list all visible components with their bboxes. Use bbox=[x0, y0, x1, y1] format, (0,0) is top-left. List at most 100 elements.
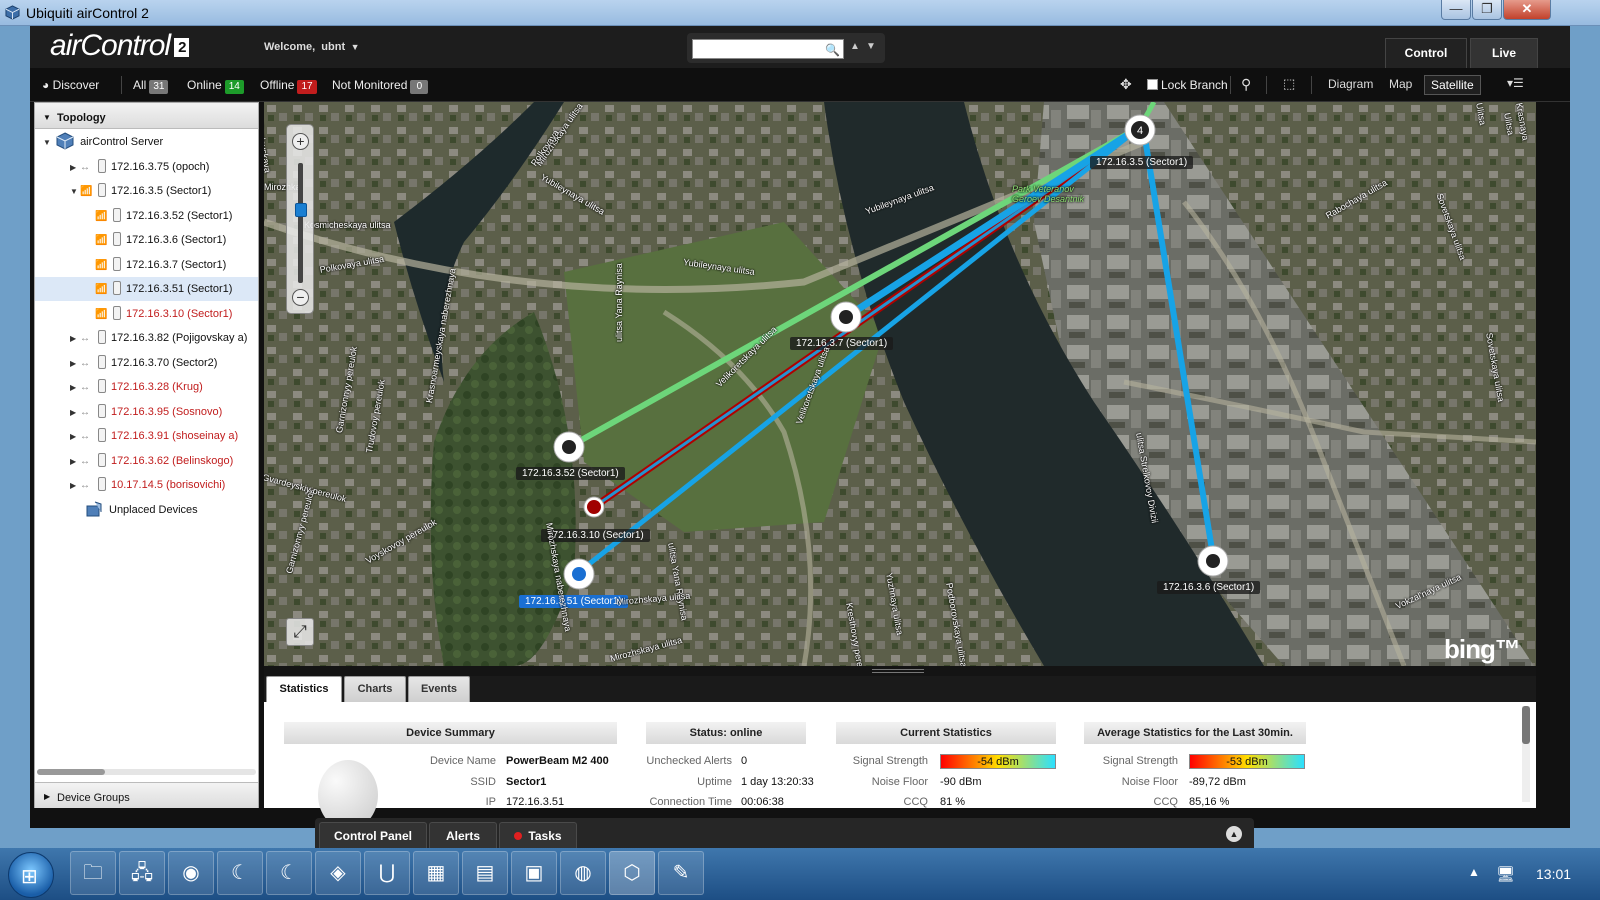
remote-desktop-icon[interactable]: ▣ bbox=[511, 851, 557, 895]
search-next-icon[interactable]: ▼ bbox=[866, 41, 876, 52]
layers-app-icon[interactable]: ◈ bbox=[315, 851, 361, 895]
select-area-icon[interactable]: ⬚ bbox=[1283, 76, 1295, 92]
move-icon[interactable]: ✥ bbox=[1120, 76, 1132, 93]
device-marker-offline[interactable] bbox=[583, 496, 605, 518]
tray-expand-icon[interactable]: ▲ bbox=[1468, 865, 1480, 879]
tree-node-device[interactable]: ▼ 📶 172.16.3.5 (Sector1) bbox=[35, 179, 258, 203]
collapse-icon: ▼ bbox=[43, 113, 51, 122]
tree-node-device[interactable]: 📶 172.16.3.10 (Sector1) bbox=[35, 302, 258, 326]
search-prev-icon[interactable]: ▲ bbox=[850, 41, 860, 52]
tree-node-device[interactable]: ▶ ↔ 172.16.3.62 (Belinskogo) bbox=[35, 449, 258, 473]
filter-all[interactable]: All 31 bbox=[133, 78, 169, 94]
tool-app-icon[interactable]: ✎ bbox=[658, 851, 704, 895]
aircontrol-taskbar-icon[interactable]: ⬡ bbox=[609, 851, 655, 895]
device-label[interactable]: 172.16.3.7 (Sector1) bbox=[790, 337, 894, 350]
chrome-icon[interactable]: ◉ bbox=[168, 851, 214, 895]
satellite-map[interactable]: 4 172.16.3.5 (Sector1) 172.16.3.7 (Secto… bbox=[264, 102, 1536, 666]
filter-offline[interactable]: Offline 17 bbox=[260, 78, 317, 94]
scrollbar-thumb[interactable] bbox=[37, 769, 105, 775]
collapse-icon[interactable]: ▼ bbox=[70, 180, 80, 204]
zoom-out-button[interactable]: − bbox=[292, 289, 309, 306]
panel-splitter[interactable] bbox=[264, 666, 1536, 676]
lock-branch-toggle[interactable]: Lock Branch bbox=[1147, 78, 1228, 92]
tab-charts[interactable]: Charts bbox=[344, 676, 406, 702]
close-button[interactable]: ✕ bbox=[1503, 0, 1551, 20]
zoom-slider-thumb[interactable] bbox=[295, 203, 307, 217]
tree-node-device[interactable]: 📶 172.16.3.51 (Sector1) bbox=[35, 277, 258, 301]
tree-node-device[interactable]: 📶 172.16.3.7 (Sector1) bbox=[35, 253, 258, 277]
network-tray-icon[interactable]: 🖥 bbox=[1496, 865, 1515, 883]
tree-node-server[interactable]: ▼ airControl Server bbox=[35, 130, 258, 154]
fullscreen-icon[interactable]: ⤢ bbox=[286, 618, 314, 646]
zoom-in-button[interactable]: + bbox=[292, 133, 309, 150]
filter-not-monitored[interactable]: Not Monitored 0 bbox=[332, 78, 429, 94]
tree-node-unplaced-devices[interactable]: Unplaced Devices bbox=[35, 498, 258, 522]
control-panel-button[interactable]: Control Panel bbox=[319, 822, 427, 848]
scrollbar-thumb[interactable] bbox=[1522, 706, 1530, 744]
clock[interactable]: 13:01 bbox=[1536, 866, 1571, 882]
splitter-grip[interactable] bbox=[872, 669, 924, 673]
tree-node-device[interactable]: ▶ ↔ 10.17.14.5 (borisovichi) bbox=[35, 473, 258, 497]
network-tool-icon[interactable]: 🖧 bbox=[119, 851, 165, 895]
tree-node-device[interactable]: ▶ ↔ 172.16.3.70 (Sector2) bbox=[35, 351, 258, 375]
alerts-button[interactable]: Alerts bbox=[429, 822, 497, 848]
stats-scrollbar[interactable] bbox=[1522, 706, 1530, 802]
expand-icon[interactable]: ▶ bbox=[70, 327, 80, 351]
explorer-icon[interactable]: 🗀 bbox=[70, 851, 116, 895]
zoom-slider-track[interactable] bbox=[298, 163, 303, 283]
expand-icon[interactable]: ▶ bbox=[70, 401, 80, 425]
tasks-button[interactable]: Tasks bbox=[499, 822, 577, 848]
view-diagram[interactable]: Diagram bbox=[1322, 75, 1379, 95]
device-marker[interactable] bbox=[1197, 545, 1229, 577]
search-icon[interactable]: 🔍 bbox=[825, 43, 840, 57]
topology-header[interactable]: ▼ Topology bbox=[35, 103, 258, 129]
device-marker[interactable] bbox=[553, 431, 585, 463]
map-pin-icon[interactable]: ⚲ bbox=[1241, 76, 1251, 93]
expand-icon[interactable]: ▶ bbox=[70, 376, 80, 400]
device-label-selected[interactable]: 172.16.3.51 (Sector1) bbox=[519, 595, 628, 608]
expand-panel-icon[interactable]: ▲ bbox=[1226, 826, 1242, 842]
expand-icon[interactable]: ▶ bbox=[70, 474, 80, 498]
tree-node-device[interactable]: ▶ ↔ 172.16.3.28 (Krug) bbox=[35, 375, 258, 399]
tree-node-device[interactable]: ▶ ↔ 172.16.3.75 (opoch) bbox=[35, 155, 258, 179]
collapse-icon[interactable]: ▼ bbox=[43, 131, 53, 155]
tree-node-device[interactable]: 📶 172.16.3.6 (Sector1) bbox=[35, 228, 258, 252]
tab-live[interactable]: Live bbox=[1470, 38, 1538, 68]
minimize-button[interactable]: — bbox=[1441, 0, 1471, 20]
device-label[interactable]: 172.16.3.5 (Sector1) bbox=[1090, 156, 1194, 169]
tree-node-device[interactable]: ▶ ↔ 172.16.3.91 (shoseinay a) bbox=[35, 424, 258, 448]
tree-node-device[interactable]: ▶ ↔ 172.16.3.95 (Sosnovo) bbox=[35, 400, 258, 424]
device-marker-selected[interactable] bbox=[563, 558, 595, 590]
expand-icon[interactable]: ▶ bbox=[70, 156, 80, 180]
device-icon bbox=[113, 232, 121, 246]
device-label[interactable]: 172.16.3.52 (Sector1) bbox=[516, 467, 625, 480]
menu-icon[interactable]: ▾☰ bbox=[1507, 76, 1524, 90]
tab-events[interactable]: Events bbox=[408, 676, 470, 702]
tab-control[interactable]: Control bbox=[1385, 38, 1467, 68]
expand-icon[interactable]: ▶ bbox=[70, 352, 80, 376]
crescent-app-icon[interactable]: ☾ bbox=[217, 851, 263, 895]
sidebar-scrollbar[interactable] bbox=[37, 769, 256, 775]
maximize-button[interactable]: ❐ bbox=[1472, 0, 1502, 20]
filter-online[interactable]: Online 14 bbox=[187, 78, 244, 94]
device-groups-header[interactable]: ▶ Device Groups bbox=[35, 782, 258, 808]
welcome-user-menu[interactable]: Welcome, ubnt ▼ bbox=[264, 41, 360, 53]
tree-node-device[interactable]: 📶 172.16.3.52 (Sector1) bbox=[35, 204, 258, 228]
tab-statistics[interactable]: Statistics bbox=[266, 676, 342, 702]
view-map[interactable]: Map bbox=[1383, 75, 1418, 95]
ubiquiti-app-icon[interactable]: ⋃ bbox=[364, 851, 410, 895]
expand-icon[interactable]: ▶ bbox=[70, 425, 80, 449]
device-label[interactable]: 172.16.3.6 (Sector1) bbox=[1157, 581, 1261, 594]
word-icon[interactable]: ▤ bbox=[462, 851, 508, 895]
discover-button[interactable]: ◕ Discover bbox=[42, 78, 99, 92]
lock-branch-checkbox[interactable] bbox=[1147, 79, 1158, 90]
firefox-icon[interactable]: ◍ bbox=[560, 851, 606, 895]
view-satellite[interactable]: Satellite bbox=[1424, 75, 1481, 95]
search-input[interactable] bbox=[692, 39, 844, 59]
expand-icon[interactable]: ▶ bbox=[70, 450, 80, 474]
start-button[interactable]: ⊞ bbox=[8, 852, 54, 898]
tree-node-device[interactable]: ▶ ↔ 172.16.3.82 (Pojigovskay a) bbox=[35, 326, 258, 350]
device-marker[interactable] bbox=[830, 301, 862, 333]
excel-icon[interactable]: ▦ bbox=[413, 851, 459, 895]
crescent-app-icon-2[interactable]: ☾ bbox=[266, 851, 312, 895]
